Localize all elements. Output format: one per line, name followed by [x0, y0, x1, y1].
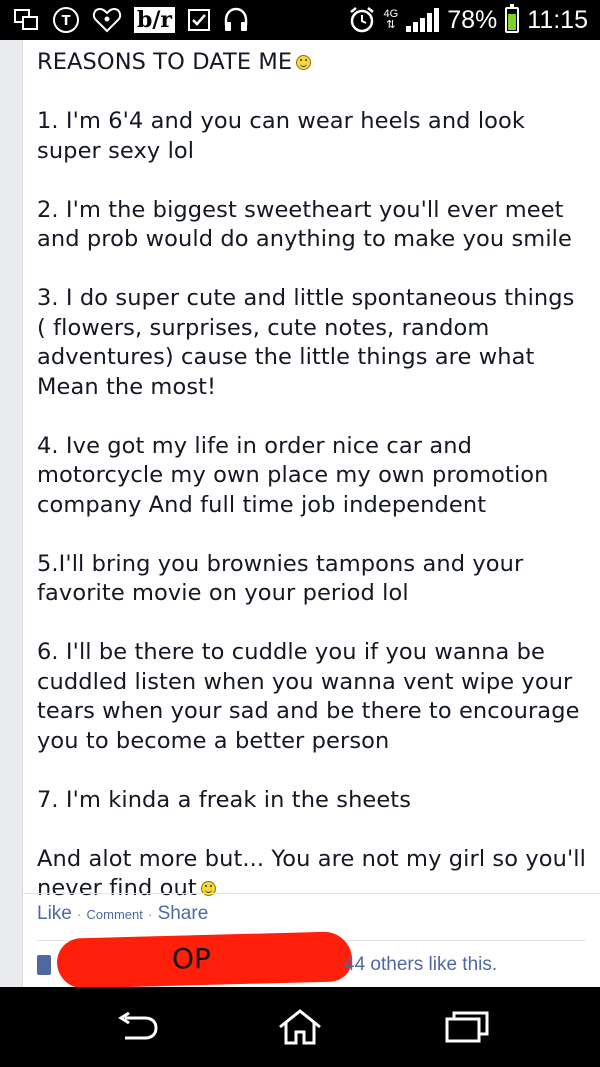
headphones-icon [223, 7, 249, 33]
post-closing: And alot more but... You are not my girl… [37, 845, 587, 904]
battery-icon [505, 4, 520, 33]
notification-icons: T b/r [14, 6, 249, 34]
back-button[interactable] [112, 1007, 162, 1047]
post-card: REASONS TO DATE ME 1. I'm 6'4 and you ca… [22, 40, 600, 987]
smiley-emoji-icon [296, 55, 312, 70]
home-icon [279, 1009, 321, 1045]
feed-content[interactable]: REASONS TO DATE ME 1. I'm 6'4 and you ca… [0, 40, 600, 987]
likes-summary[interactable]: OP 44 others like this. [37, 931, 587, 987]
svg-text:T: T [62, 14, 71, 29]
recent-apps-icon [445, 1011, 489, 1043]
checkbox-icon [187, 8, 211, 32]
reason-item: 4. Ive got my life in order nice car and… [37, 432, 549, 518]
reason-item: 2. I'm the biggest sweetheart you'll eve… [37, 196, 572, 253]
likes-count-text[interactable]: 44 others like this. [344, 954, 497, 976]
share-link[interactable]: Share [158, 903, 209, 925]
reason-item: 1. I'm 6'4 and you can wear heels and lo… [37, 108, 526, 164]
t-mobile-icon: T [52, 6, 80, 34]
reason-item: 3. I do super cute and little spontaneou… [37, 285, 575, 400]
alarm-icon [348, 6, 376, 34]
separator-dot: · [76, 906, 82, 922]
battery-fill [508, 14, 517, 30]
separator-dot: · [147, 906, 153, 922]
left-gutter [0, 40, 22, 987]
home-button[interactable] [275, 1007, 325, 1047]
post-heading: REASONS TO DATE ME [37, 48, 587, 78]
reason-item: 7. I'm kinda a freak in the sheets [37, 786, 412, 813]
post-heading-text: REASONS TO DATE ME [37, 49, 293, 75]
system-status: 4G ⇅ 78% 11:15 [348, 4, 588, 35]
reason-item: 6. I'll be there to cuddle you if you wa… [37, 639, 580, 754]
network-type-indicator: 4G ⇅ [384, 9, 399, 31]
back-icon [118, 1012, 158, 1040]
bleacher-report-icon: b/r [134, 7, 176, 33]
comment-link[interactable]: Comment [87, 907, 143, 922]
post-body: REASONS TO DATE ME 1. I'm 6'4 and you ca… [37, 48, 587, 933]
post-actions: Like · Comment · Share [37, 903, 208, 925]
iheartradio-icon [92, 7, 122, 33]
copy-icon [14, 9, 40, 31]
battery-percent: 78% [447, 5, 498, 34]
reason-item: 5.I'll bring you brownies tampons and yo… [37, 550, 524, 607]
divider [23, 893, 600, 894]
navigation-bar [0, 987, 600, 1067]
data-arrows-icon: ⇅ [386, 19, 396, 31]
recent-apps-button[interactable] [442, 1007, 492, 1047]
like-link[interactable]: Like [37, 903, 72, 925]
redaction-label: OP [172, 942, 211, 975]
signal-strength-icon [406, 8, 440, 32]
like-thumb-icon [37, 955, 51, 975]
status-bar: T b/r 4G ⇅ 78% 11:15 [0, 0, 600, 40]
clock: 11:15 [527, 5, 588, 34]
